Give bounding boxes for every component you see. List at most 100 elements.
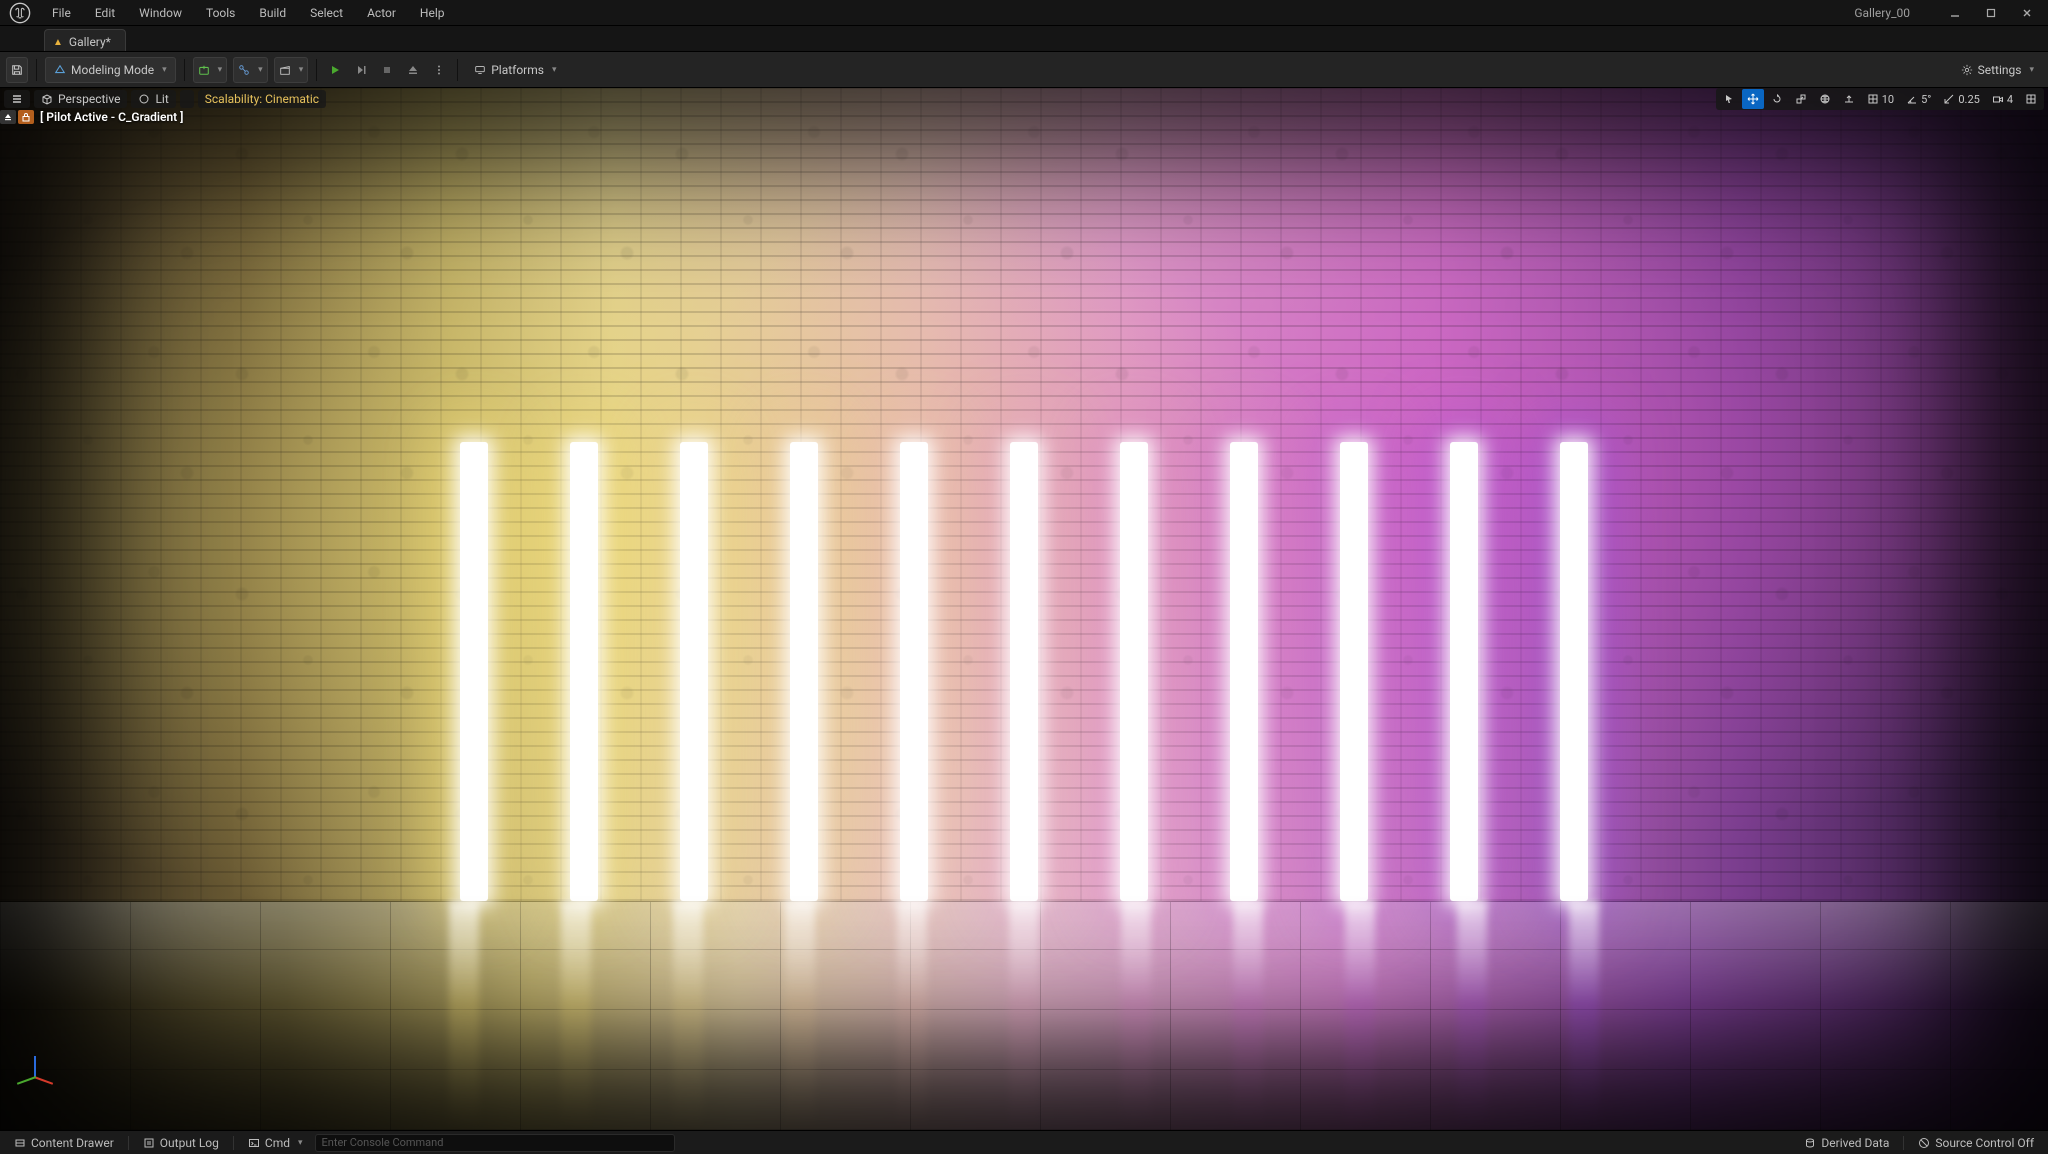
content-drawer-button[interactable]: Content Drawer	[6, 1134, 122, 1152]
source-control-button[interactable]: Source Control Off	[1910, 1134, 2042, 1152]
output-log-button[interactable]: Output Log	[135, 1134, 227, 1152]
viewport-maximize-toggle[interactable]	[2020, 89, 2042, 109]
add-content-dropdown[interactable]	[193, 57, 228, 83]
window-close-button[interactable]	[2012, 3, 2042, 23]
cinematics-dropdown[interactable]	[274, 57, 309, 83]
cube-wire-icon	[41, 93, 53, 105]
viewport[interactable]: Perspective Lit Scalability: Cinematic	[0, 88, 2048, 1130]
viewport-lit-dropdown[interactable]: Lit	[131, 90, 175, 108]
surface-snap-icon	[1843, 93, 1855, 105]
neon-tube	[1560, 442, 1588, 900]
source-control-label: Source Control Off	[1935, 1136, 2034, 1150]
pilot-lock-button[interactable]	[18, 110, 34, 124]
rotation-snap-toggle[interactable]: 5°	[1901, 89, 1936, 109]
editor-mode-dropdown[interactable]: Modeling Mode	[45, 57, 176, 83]
neon-tube-reflection	[1457, 901, 1487, 1130]
rotate-mode-button[interactable]	[1766, 89, 1788, 109]
neon-tube-reflection	[1233, 901, 1263, 1130]
platforms-icon	[474, 64, 486, 76]
neon-tube-reflection	[1009, 901, 1039, 1130]
eject-button[interactable]	[403, 57, 423, 83]
neon-tube-reflection	[673, 901, 703, 1130]
viewport-scalability-label: Scalability: Cinematic	[205, 92, 319, 106]
neon-tube	[1010, 442, 1038, 900]
statusbar: Content Drawer Output Log Cmd Enter Cons…	[0, 1130, 2048, 1154]
menu-actor[interactable]: Actor	[355, 2, 408, 24]
rotate-icon	[1771, 93, 1783, 105]
blueprint-icon	[238, 64, 250, 76]
level-tab-row: ▲ Gallery*	[0, 26, 2048, 52]
scale-snap-toggle[interactable]: 0.25	[1938, 89, 1984, 109]
rotation-snap-value: 5°	[1921, 93, 1931, 106]
menu-help[interactable]: Help	[408, 2, 457, 24]
viewport-camera-dropdown[interactable]: Perspective	[34, 90, 127, 108]
terminal-icon	[248, 1137, 260, 1149]
project-name: Gallery_00	[1830, 6, 1934, 20]
derived-data-label: Derived Data	[1821, 1136, 1889, 1150]
translate-mode-button[interactable]	[1742, 89, 1764, 109]
neon-tube	[460, 442, 488, 900]
camera-speed-control[interactable]: 4	[1987, 89, 2018, 109]
platforms-dropdown[interactable]: Platforms	[466, 57, 564, 83]
play-options-button[interactable]	[429, 57, 449, 83]
neon-tube	[680, 442, 708, 900]
titlebar: File Edit Window Tools Build Select Acto…	[0, 0, 2048, 26]
cmd-type-dropdown[interactable]: Cmd	[240, 1134, 311, 1152]
neon-tube-reflection	[1345, 901, 1375, 1130]
scene-render	[0, 88, 2048, 1130]
viewport-camera-label: Perspective	[58, 92, 120, 106]
window-maximize-button[interactable]	[1976, 3, 2006, 23]
console-command-input[interactable]: Enter Console Command	[315, 1134, 675, 1152]
neon-tube	[570, 442, 598, 900]
log-icon	[143, 1137, 155, 1149]
menu-file[interactable]: File	[40, 2, 83, 24]
quad-icon	[2025, 93, 2037, 105]
console-command-placeholder: Enter Console Command	[322, 1136, 444, 1149]
play-step-button[interactable]	[351, 57, 371, 83]
settings-dropdown[interactable]: Settings	[1953, 57, 2042, 83]
neon-tube-reflection	[785, 901, 815, 1130]
menu-build[interactable]: Build	[247, 2, 298, 24]
gear-icon	[1961, 64, 1973, 76]
menu-edit[interactable]: Edit	[83, 2, 127, 24]
coord-space-toggle[interactable]	[1814, 89, 1836, 109]
level-tab[interactable]: ▲ Gallery*	[44, 29, 126, 51]
pilot-active-label: [ Pilot Active - C_Gradient ]	[36, 110, 183, 124]
grid-snap-toggle[interactable]: 10	[1862, 89, 1899, 109]
save-icon	[11, 64, 23, 76]
lock-icon	[20, 111, 32, 123]
neon-tube	[1340, 442, 1368, 900]
source-control-off-icon	[1918, 1137, 1930, 1149]
derived-data-button[interactable]: Derived Data	[1796, 1134, 1897, 1152]
database-icon	[1804, 1137, 1816, 1149]
scale-snap-value: 0.25	[1958, 93, 1979, 106]
menu-window[interactable]: Window	[127, 2, 194, 24]
surface-snap-toggle[interactable]	[1838, 89, 1860, 109]
save-button[interactable]	[6, 57, 28, 83]
grid-snap-value: 10	[1882, 93, 1894, 106]
neon-tube-reflection	[561, 901, 591, 1130]
stop-icon	[381, 64, 393, 76]
eject-small-icon	[2, 111, 14, 123]
camera-icon	[1992, 93, 2004, 105]
menu-tools[interactable]: Tools	[194, 2, 247, 24]
viewport-top-toolbar: Perspective Lit Scalability: Cinematic	[0, 88, 2048, 110]
kebab-icon	[433, 64, 445, 76]
window-minimize-button[interactable]	[1940, 3, 1970, 23]
add-green-icon	[198, 64, 210, 76]
scale-mode-button[interactable]	[1790, 89, 1812, 109]
neon-tube	[1450, 442, 1478, 900]
viewport-options-button[interactable]	[4, 90, 30, 108]
settings-label: Settings	[1978, 63, 2022, 77]
neon-tube-reflection	[1569, 901, 1599, 1130]
viewport-scalability-dropdown[interactable]: Scalability: Cinematic	[198, 90, 326, 108]
pilot-active-bar: [ Pilot Active - C_Gradient ]	[0, 110, 183, 124]
pilot-stop-button[interactable]	[0, 110, 16, 124]
select-mode-button[interactable]	[1718, 89, 1740, 109]
grid-icon	[1867, 93, 1879, 105]
stop-button[interactable]	[377, 57, 397, 83]
play-button[interactable]	[325, 57, 345, 83]
blueprints-dropdown[interactable]	[233, 57, 268, 83]
viewport-show-dropdown[interactable]	[180, 90, 194, 108]
menu-select[interactable]: Select	[298, 2, 355, 24]
